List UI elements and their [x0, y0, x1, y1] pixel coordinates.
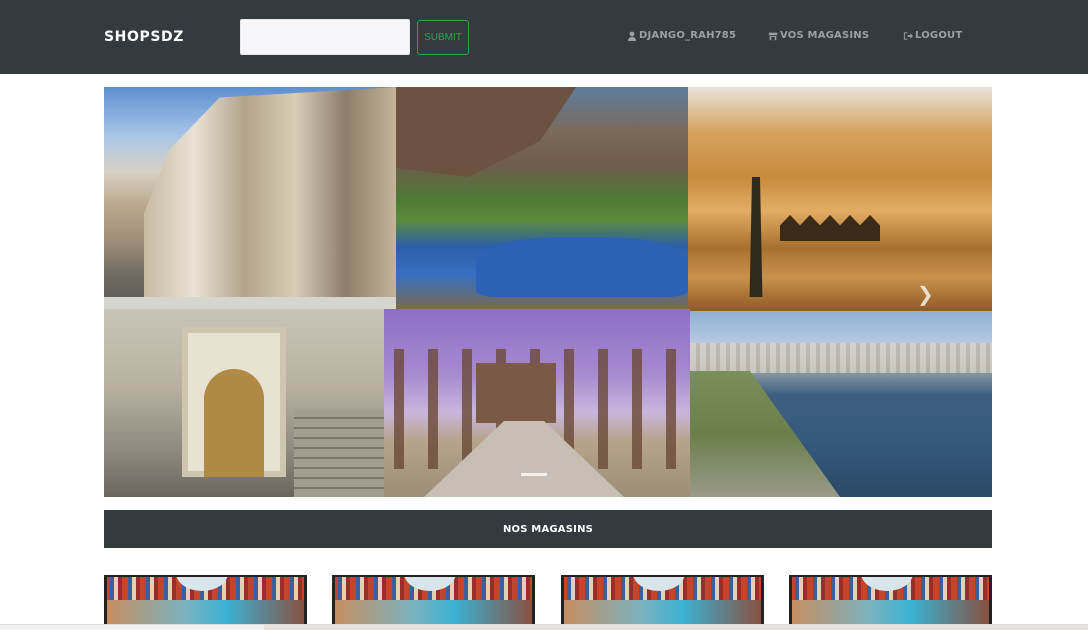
- carousel-indicator[interactable]: [521, 473, 547, 476]
- nav-user-link[interactable]: DJANGO_RAH785: [627, 30, 736, 41]
- store-card[interactable]: [332, 575, 535, 630]
- hero-carousel[interactable]: ❯: [104, 87, 992, 497]
- store-card[interactable]: [789, 575, 992, 630]
- nav-user-label: DJANGO_RAH785: [639, 30, 737, 41]
- top-navbar: SHOPSDZ SUBMIT DJANGO_RAH785 VOS MAGASIN…: [0, 0, 1088, 74]
- brand-logo[interactable]: SHOPSDZ: [104, 29, 184, 45]
- carousel-image-desert: [688, 87, 992, 311]
- search-input[interactable]: [240, 19, 410, 55]
- scrollbar-thumb[interactable]: [264, 625, 1088, 630]
- section-title: NOS MAGASINS: [502, 523, 594, 535]
- nav-vos-magasins-link[interactable]: VOS MAGASINS: [768, 30, 869, 41]
- store-icon: [768, 32, 778, 40]
- chevron-right-icon[interactable]: ❯: [917, 282, 934, 306]
- carousel-image-hot-springs: [104, 87, 396, 309]
- logout-icon: [903, 31, 913, 40]
- user-icon: [628, 31, 636, 41]
- carousel-image-oasis: [396, 87, 688, 309]
- store-card[interactable]: [561, 575, 764, 630]
- store-card[interactable]: [104, 575, 307, 630]
- nav-vos-magasins-label: VOS MAGASINS: [780, 30, 870, 41]
- stores-section-header: NOS MAGASINS: [104, 510, 992, 548]
- carousel-image-casbah: [104, 309, 384, 497]
- submit-button[interactable]: SUBMIT: [417, 20, 469, 55]
- nav-logout-link[interactable]: LOGOUT: [903, 30, 962, 41]
- carousel-image-roman-ruins: [384, 309, 690, 497]
- carousel-image-harbor: [690, 311, 992, 497]
- nav-logout-label: LOGOUT: [915, 30, 963, 41]
